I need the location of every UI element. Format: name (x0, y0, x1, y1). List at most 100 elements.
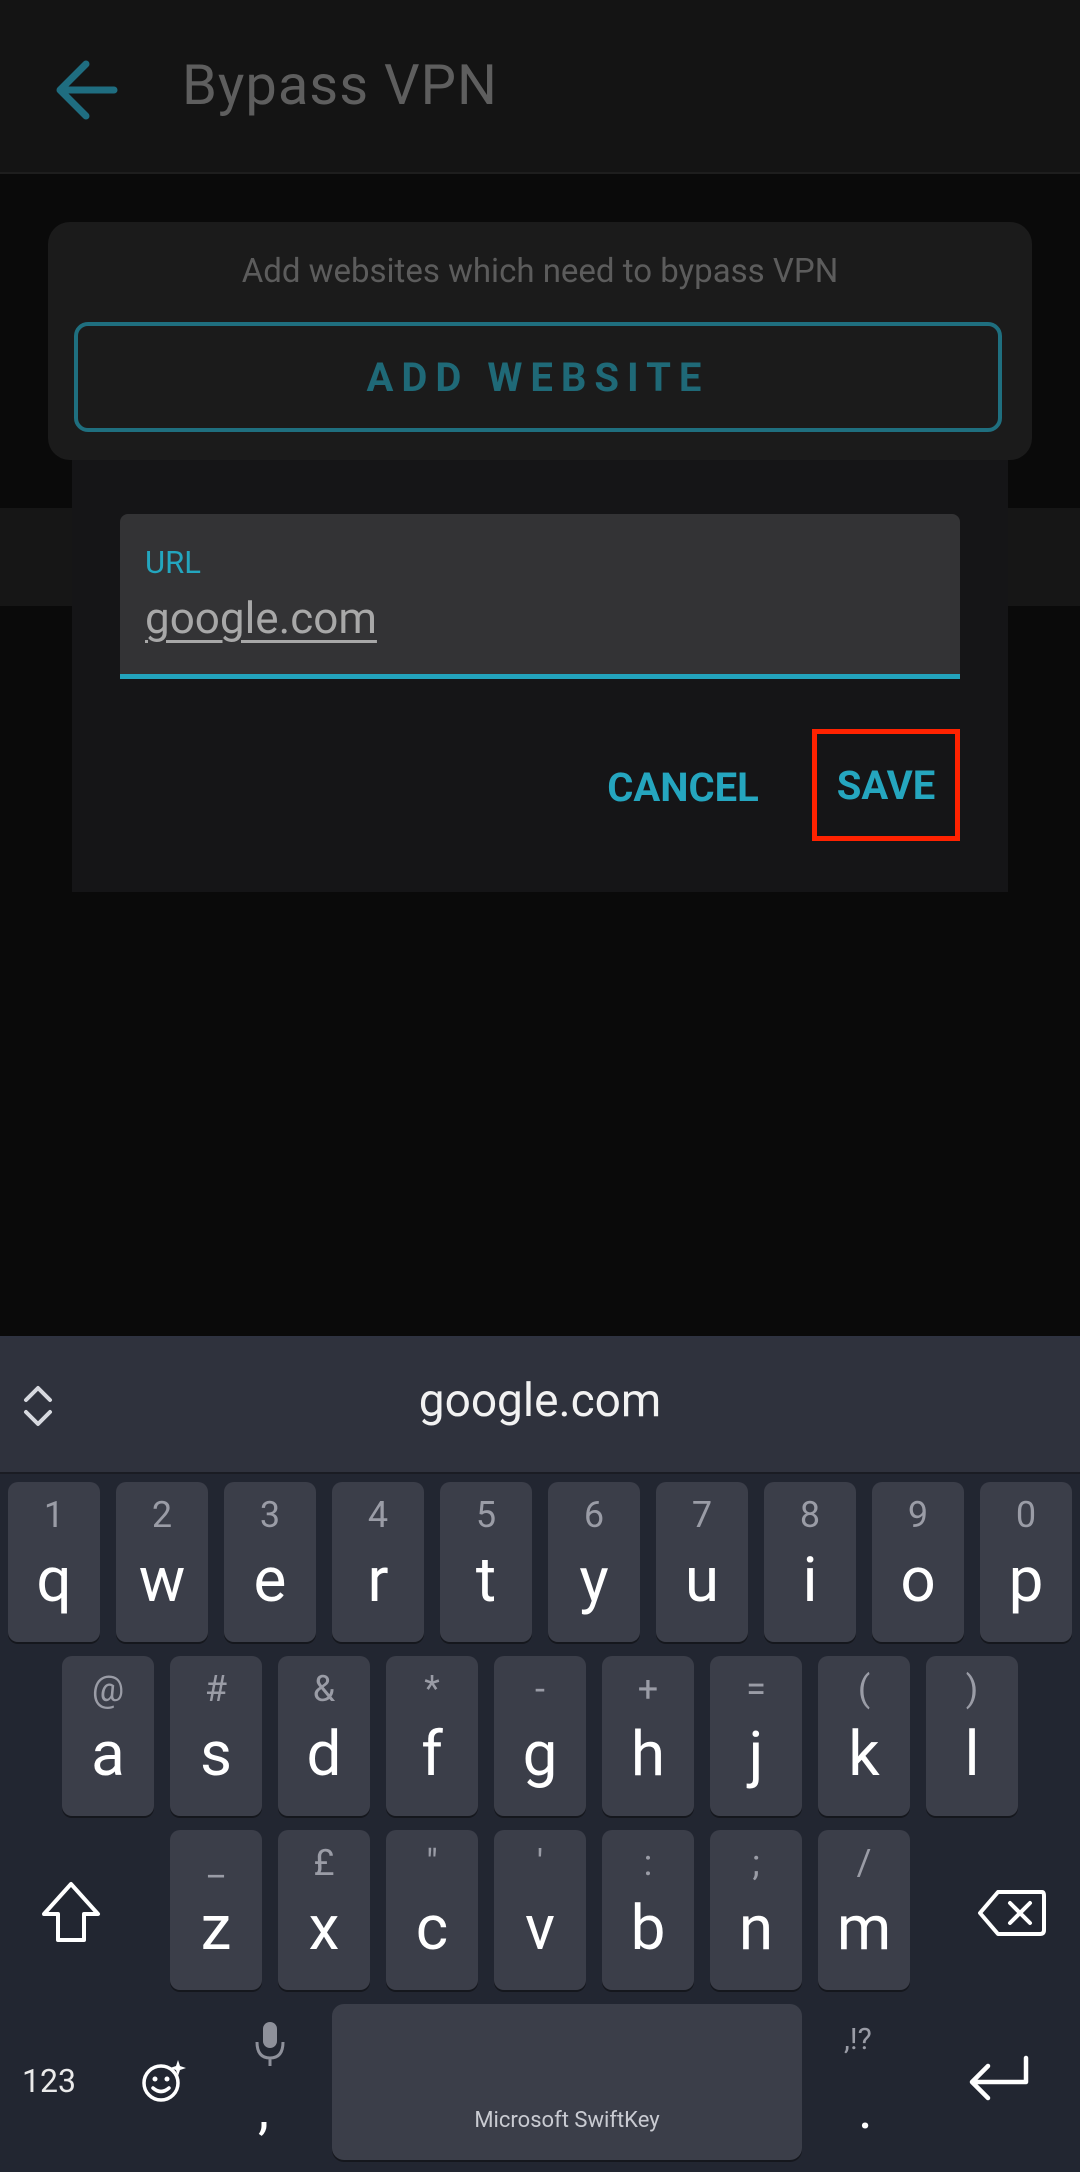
key-label: b (630, 1892, 666, 1965)
key-hint: & (312, 1668, 336, 1710)
emoji-sparkle-icon[interactable] (140, 2058, 186, 2104)
key-a[interactable]: @ a (62, 1656, 154, 1816)
key-t[interactable]: 5t (440, 1482, 532, 1642)
key-d[interactable]: & d (278, 1656, 370, 1816)
key-label: v (524, 1892, 556, 1965)
key-label: x (308, 1892, 340, 1965)
key-label: c (415, 1892, 449, 1965)
key-hint: * (424, 1668, 440, 1710)
key-hint: / (856, 1842, 872, 1884)
key-hint: 7 (691, 1494, 713, 1536)
key-hint: 4 (367, 1494, 389, 1536)
key-label: m (836, 1892, 892, 1965)
key-hint: 5 (475, 1494, 497, 1536)
key-m[interactable]: / m (818, 1830, 910, 1990)
url-field-value[interactable]: google.com (145, 592, 377, 644)
key-e[interactable]: 3e (224, 1482, 316, 1642)
key-hint: ' (536, 1842, 544, 1884)
key-label: n (738, 1892, 774, 1965)
app-bar (0, 0, 1080, 174)
key-label: j (748, 1718, 764, 1791)
card-hint-text: Add websites which need to bypass VPN (241, 252, 839, 291)
cancel-button[interactable]: CANCEL (596, 756, 770, 820)
key-hint: 9 (907, 1494, 929, 1536)
key-hint: 6 (583, 1494, 605, 1536)
key-label: d (306, 1718, 342, 1791)
key-g[interactable]: -g (494, 1656, 586, 1816)
key-label: q (36, 1544, 72, 1617)
backspace-icon[interactable] (976, 1886, 1048, 1940)
key-label: e (253, 1544, 287, 1617)
key-label: g (522, 1718, 558, 1791)
key-label: z (200, 1892, 232, 1965)
key-hint: _ (207, 1842, 225, 1884)
key-label: u (684, 1544, 720, 1617)
key-hint: 0 (1015, 1494, 1037, 1536)
key-label: w (138, 1544, 186, 1617)
key-hint: + (637, 1668, 659, 1710)
key-hint: ( (857, 1668, 871, 1710)
key-hint: @ (91, 1668, 125, 1710)
comma-key[interactable]: , (258, 2076, 269, 2142)
add-website-button[interactable]: ADD WEBSITE (74, 322, 1002, 432)
key-q[interactable]: 1q (8, 1482, 100, 1642)
url-input-underline (120, 674, 960, 679)
space-bar[interactable] (332, 2004, 802, 2160)
key-label: p (1008, 1544, 1044, 1617)
key-k[interactable]: (k (818, 1656, 910, 1816)
page-title: Bypass VPN (182, 52, 498, 118)
key-v[interactable]: ' v (494, 1830, 586, 1990)
key-hint: ) (965, 1668, 979, 1710)
key-label: y (579, 1544, 609, 1617)
key-b[interactable]: :b (602, 1830, 694, 1990)
key-p[interactable]: 0p (980, 1482, 1072, 1642)
key-hint: ; (752, 1842, 760, 1884)
key-label: h (630, 1718, 666, 1791)
url-field-label: URL (145, 544, 201, 581)
shift-icon[interactable] (36, 1878, 106, 1948)
arrow-left-icon[interactable] (52, 58, 122, 122)
key-label: r (367, 1544, 389, 1617)
key-o[interactable]: 9o (872, 1482, 964, 1642)
key-hint: 3 (259, 1494, 281, 1536)
key-c[interactable]: " c (386, 1830, 478, 1990)
key-h[interactable]: + h (602, 1656, 694, 1816)
period-key[interactable]: . (858, 2076, 873, 2142)
key-hint: 2 (151, 1494, 173, 1536)
key-i[interactable]: 8i (764, 1482, 856, 1642)
key-r[interactable]: 4r (332, 1482, 424, 1642)
key-hint: - (535, 1668, 545, 1710)
key-n[interactable]: ; n (710, 1830, 802, 1990)
key-hint: £ (313, 1842, 335, 1884)
key-u[interactable]: 7u (656, 1482, 748, 1642)
key-l[interactable]: ) l (926, 1656, 1018, 1816)
key-y[interactable]: 6y (548, 1482, 640, 1642)
key-x[interactable]: £ x (278, 1830, 370, 1990)
key-label: l (964, 1718, 980, 1791)
key-hint: # (204, 1668, 228, 1710)
key-label: f (421, 1718, 443, 1791)
suggestion-text[interactable]: google.com (0, 1374, 1080, 1428)
key-hint: 8 (799, 1494, 821, 1536)
punctuation-hint: ,!? (844, 2022, 872, 2057)
key-hint: : (643, 1842, 653, 1884)
key-label: s (200, 1718, 232, 1791)
key-hint: " (426, 1842, 438, 1884)
space-bar-label: Microsoft SwiftKey (474, 2108, 660, 2133)
key-label: k (848, 1718, 880, 1791)
key-label: o (900, 1544, 936, 1617)
key-label: t (475, 1544, 497, 1617)
key-f[interactable]: * f (386, 1656, 478, 1816)
save-button[interactable]: SAVE (812, 729, 960, 841)
numbers-key[interactable]: 123 (22, 2062, 76, 2100)
enter-icon[interactable] (964, 2052, 1034, 2108)
key-hint: 1 (43, 1494, 65, 1536)
key-w[interactable]: 2w (116, 1482, 208, 1642)
key-hint: = (746, 1668, 766, 1710)
key-label: i (802, 1544, 818, 1617)
key-label: a (91, 1718, 125, 1791)
microphone-icon (254, 2020, 286, 2070)
key-j[interactable]: = j (710, 1656, 802, 1816)
key-z[interactable]: _ z (170, 1830, 262, 1990)
key-s[interactable]: # s (170, 1656, 262, 1816)
